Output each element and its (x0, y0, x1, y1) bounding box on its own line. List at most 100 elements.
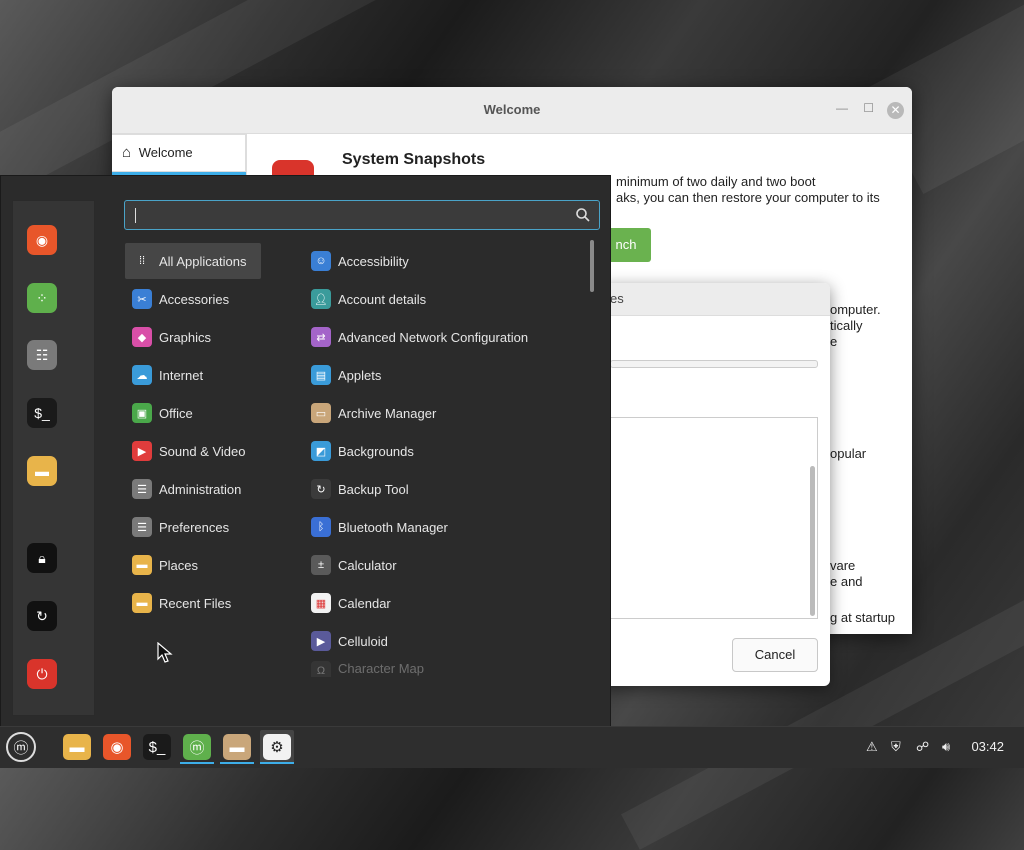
taskbar-archive[interactable]: ▬ (220, 730, 254, 764)
log-view (610, 417, 818, 619)
admin-icon: ☰ (132, 479, 152, 499)
folder-icon: ▬ (223, 734, 251, 760)
shield-icon[interactable]: ⛨ (891, 739, 901, 755)
update-icon[interactable]: ⚠ (866, 739, 878, 755)
app-applets[interactable]: ▤ Applets (304, 357, 584, 393)
favorite-firefox[interactable]: ◉ (27, 225, 57, 255)
menu-button[interactable]: ⓜ (4, 730, 38, 764)
sidebar-item-welcome[interactable]: ⌂ Welcome (112, 134, 246, 172)
category-accessories[interactable]: ✂ Accessories (125, 281, 261, 317)
app-label: Celluloid (338, 633, 388, 649)
search-input[interactable] (124, 200, 600, 230)
favorite-shutdown[interactable]: ⏻ (27, 659, 57, 689)
calendar-icon: ▦ (311, 593, 331, 613)
firefox-icon: ◉ (35, 231, 49, 248)
app-calculator[interactable]: ± Calculator (304, 547, 584, 583)
category-sound-video[interactable]: ▶ Sound & Video (125, 433, 261, 469)
category-places[interactable]: ▬ Places (125, 547, 261, 583)
preferences-icon: ☰ (132, 517, 152, 537)
category-recent-files[interactable]: ▬ Recent Files (125, 585, 261, 621)
category-label: Places (159, 557, 199, 573)
app-backgrounds[interactable]: ◩ Backgrounds (304, 433, 584, 469)
dialog-title: es (600, 283, 830, 316)
app-bluetooth-manager[interactable]: ᛒ Bluetooth Manager (304, 509, 584, 545)
account-icon: 👤︎ (311, 289, 331, 309)
app-advanced-network-configuration[interactable]: ⇄ Advanced Network Configuration (304, 319, 584, 355)
body-text: e and (830, 574, 863, 589)
app-celluloid[interactable]: ▶ Celluloid (304, 623, 584, 659)
cancel-button[interactable]: Cancel (732, 638, 818, 672)
app-archive-manager[interactable]: ▭ Archive Manager (304, 395, 584, 431)
taskbar-files[interactable]: ▬ (60, 730, 94, 764)
application-menu: ◉ ⁘ ☷ $_ ▬ 🔒︎ ↻ ⏻ ⁞⁞ All Applications ✂ Accessorie… (0, 175, 611, 727)
favorite-system-settings[interactable]: ☷ (27, 340, 57, 370)
bluetooth-icon: ᛒ (311, 517, 331, 537)
category-administration[interactable]: ☰ Administration (125, 471, 261, 507)
logout-icon: ↻ (36, 607, 48, 624)
category-label: Administration (159, 481, 242, 497)
software-manager-icon: ⁘ (36, 289, 48, 306)
maximize-button[interactable]: ☐ (863, 101, 874, 115)
terminal-icon: $_ (34, 405, 50, 421)
office-icon: ▣ (132, 403, 152, 423)
app-account-details[interactable]: 👤︎ Account details (304, 281, 584, 317)
app-label: Calendar (338, 595, 391, 611)
menu-scrollbar[interactable] (590, 240, 594, 292)
bottom-panel: ⓜ ▬ ◉ $_ ⓜ ▬ ⚙ ⚠ ⛨ ☍ 🔊︎ 03:42 (0, 726, 1024, 768)
minimize-button[interactable]: — (836, 101, 848, 115)
category-preferences[interactable]: ☰ Preferences (125, 509, 261, 545)
body-text: minimum of two daily and two boot (616, 174, 816, 189)
body-text: vare (830, 558, 856, 573)
volume-icon[interactable]: 🔊︎ (942, 739, 950, 755)
close-button[interactable]: ✕ (887, 102, 904, 119)
calculator-icon: ± (311, 555, 331, 575)
app-label: Account details (338, 291, 427, 307)
taskbar-mintinstall[interactable]: ⓜ (180, 730, 214, 764)
app-label: Archive Manager (338, 405, 437, 421)
mint-logo-icon: ⓜ (6, 732, 36, 762)
category-graphics[interactable]: ◆ Graphics (125, 319, 261, 355)
progress-bar (610, 360, 818, 368)
favorite-software-manager[interactable]: ⁘ (27, 283, 57, 313)
body-text: tically (830, 318, 863, 333)
gear-icon: ⚙ (263, 734, 291, 760)
app-label: Bluetooth Manager (338, 519, 448, 535)
recent-folder-icon: ▬ (132, 593, 152, 613)
text-caret (135, 208, 136, 223)
sidebar-item-label: Welcome (138, 145, 193, 160)
scissors-icon: ✂ (132, 289, 152, 309)
scrollbar[interactable] (810, 466, 815, 616)
category-office[interactable]: ▣ Office (125, 395, 261, 431)
close-icon: ✕ (890, 103, 901, 117)
play-icon: ▶ (132, 441, 152, 461)
app-character-map[interactable]: Ω Character Map (304, 661, 584, 677)
favorite-terminal[interactable]: $_ (27, 398, 57, 428)
taskbar-terminal[interactable]: $_ (140, 730, 174, 764)
app-calendar[interactable]: ▦ Calendar (304, 585, 584, 621)
network-icon[interactable]: ☍ (916, 739, 929, 755)
network-config-icon: ⇄ (311, 327, 331, 347)
category-internet[interactable]: ☁ Internet (125, 357, 261, 393)
favorite-files[interactable]: ▬ (27, 456, 57, 486)
graphics-icon: ◆ (132, 327, 152, 347)
taskbar-firefox[interactable]: ◉ (100, 730, 134, 764)
favorite-lock-screen[interactable]: 🔒︎ (27, 543, 57, 573)
mouse-cursor-icon (157, 642, 173, 663)
terminal-icon: $_ (143, 734, 171, 760)
running-indicator (260, 762, 294, 764)
taskbar-settings[interactable]: ⚙ (260, 730, 294, 764)
running-indicator (220, 762, 254, 764)
app-label: Accessibility (338, 253, 409, 269)
app-backup-tool[interactable]: ↻ Backup Tool (304, 471, 584, 507)
body-text: aks, you can then restore your computer … (616, 190, 880, 205)
backgrounds-icon: ◩ (311, 441, 331, 461)
app-accessibility[interactable]: ☺ Accessibility (304, 243, 584, 279)
category-all-applications[interactable]: ⁞⁞ All Applications (125, 243, 261, 279)
clock[interactable]: 03:42 (971, 739, 1004, 754)
archive-icon: ▭ (311, 403, 331, 423)
app-label: Applets (338, 367, 382, 383)
cloud-icon: ☁ (132, 365, 152, 385)
app-label: Backup Tool (338, 481, 409, 497)
favorite-logout[interactable]: ↻ (27, 601, 57, 631)
category-label: Sound & Video (159, 443, 246, 459)
